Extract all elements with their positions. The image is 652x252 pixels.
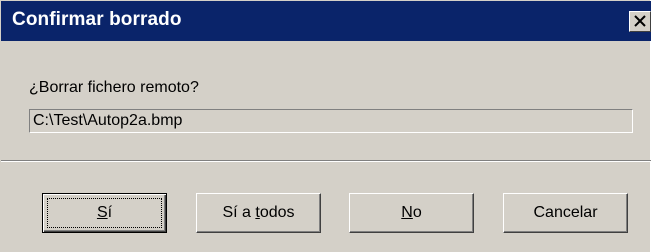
yes-button[interactable]: Sí	[42, 193, 167, 233]
file-path-field: C:\Test\Autop2a.bmp	[29, 109, 633, 133]
yes-button-label: Sí	[96, 204, 113, 221]
close-icon	[634, 15, 646, 27]
no-button-label: No	[401, 204, 422, 221]
yes-to-all-button[interactable]: Sí a todos	[196, 193, 321, 233]
title-bar[interactable]: Confirmar borrado	[1, 1, 651, 41]
cancel-button-label: Cancelar	[533, 204, 598, 221]
close-button[interactable]	[629, 11, 651, 32]
file-path-text: C:\Test\Autop2a.bmp	[33, 112, 183, 129]
no-button[interactable]: No	[349, 193, 474, 233]
cancel-button[interactable]: Cancelar	[503, 193, 628, 233]
yes-to-all-button-label: Sí a todos	[222, 204, 295, 221]
separator	[1, 160, 651, 162]
delete-prompt: ¿Borrar fichero remoto?	[29, 79, 199, 96]
confirm-delete-dialog: Confirmar borrado ¿Borrar fichero remoto…	[0, 0, 651, 252]
dialog-title: Confirmar borrado	[12, 9, 182, 30]
